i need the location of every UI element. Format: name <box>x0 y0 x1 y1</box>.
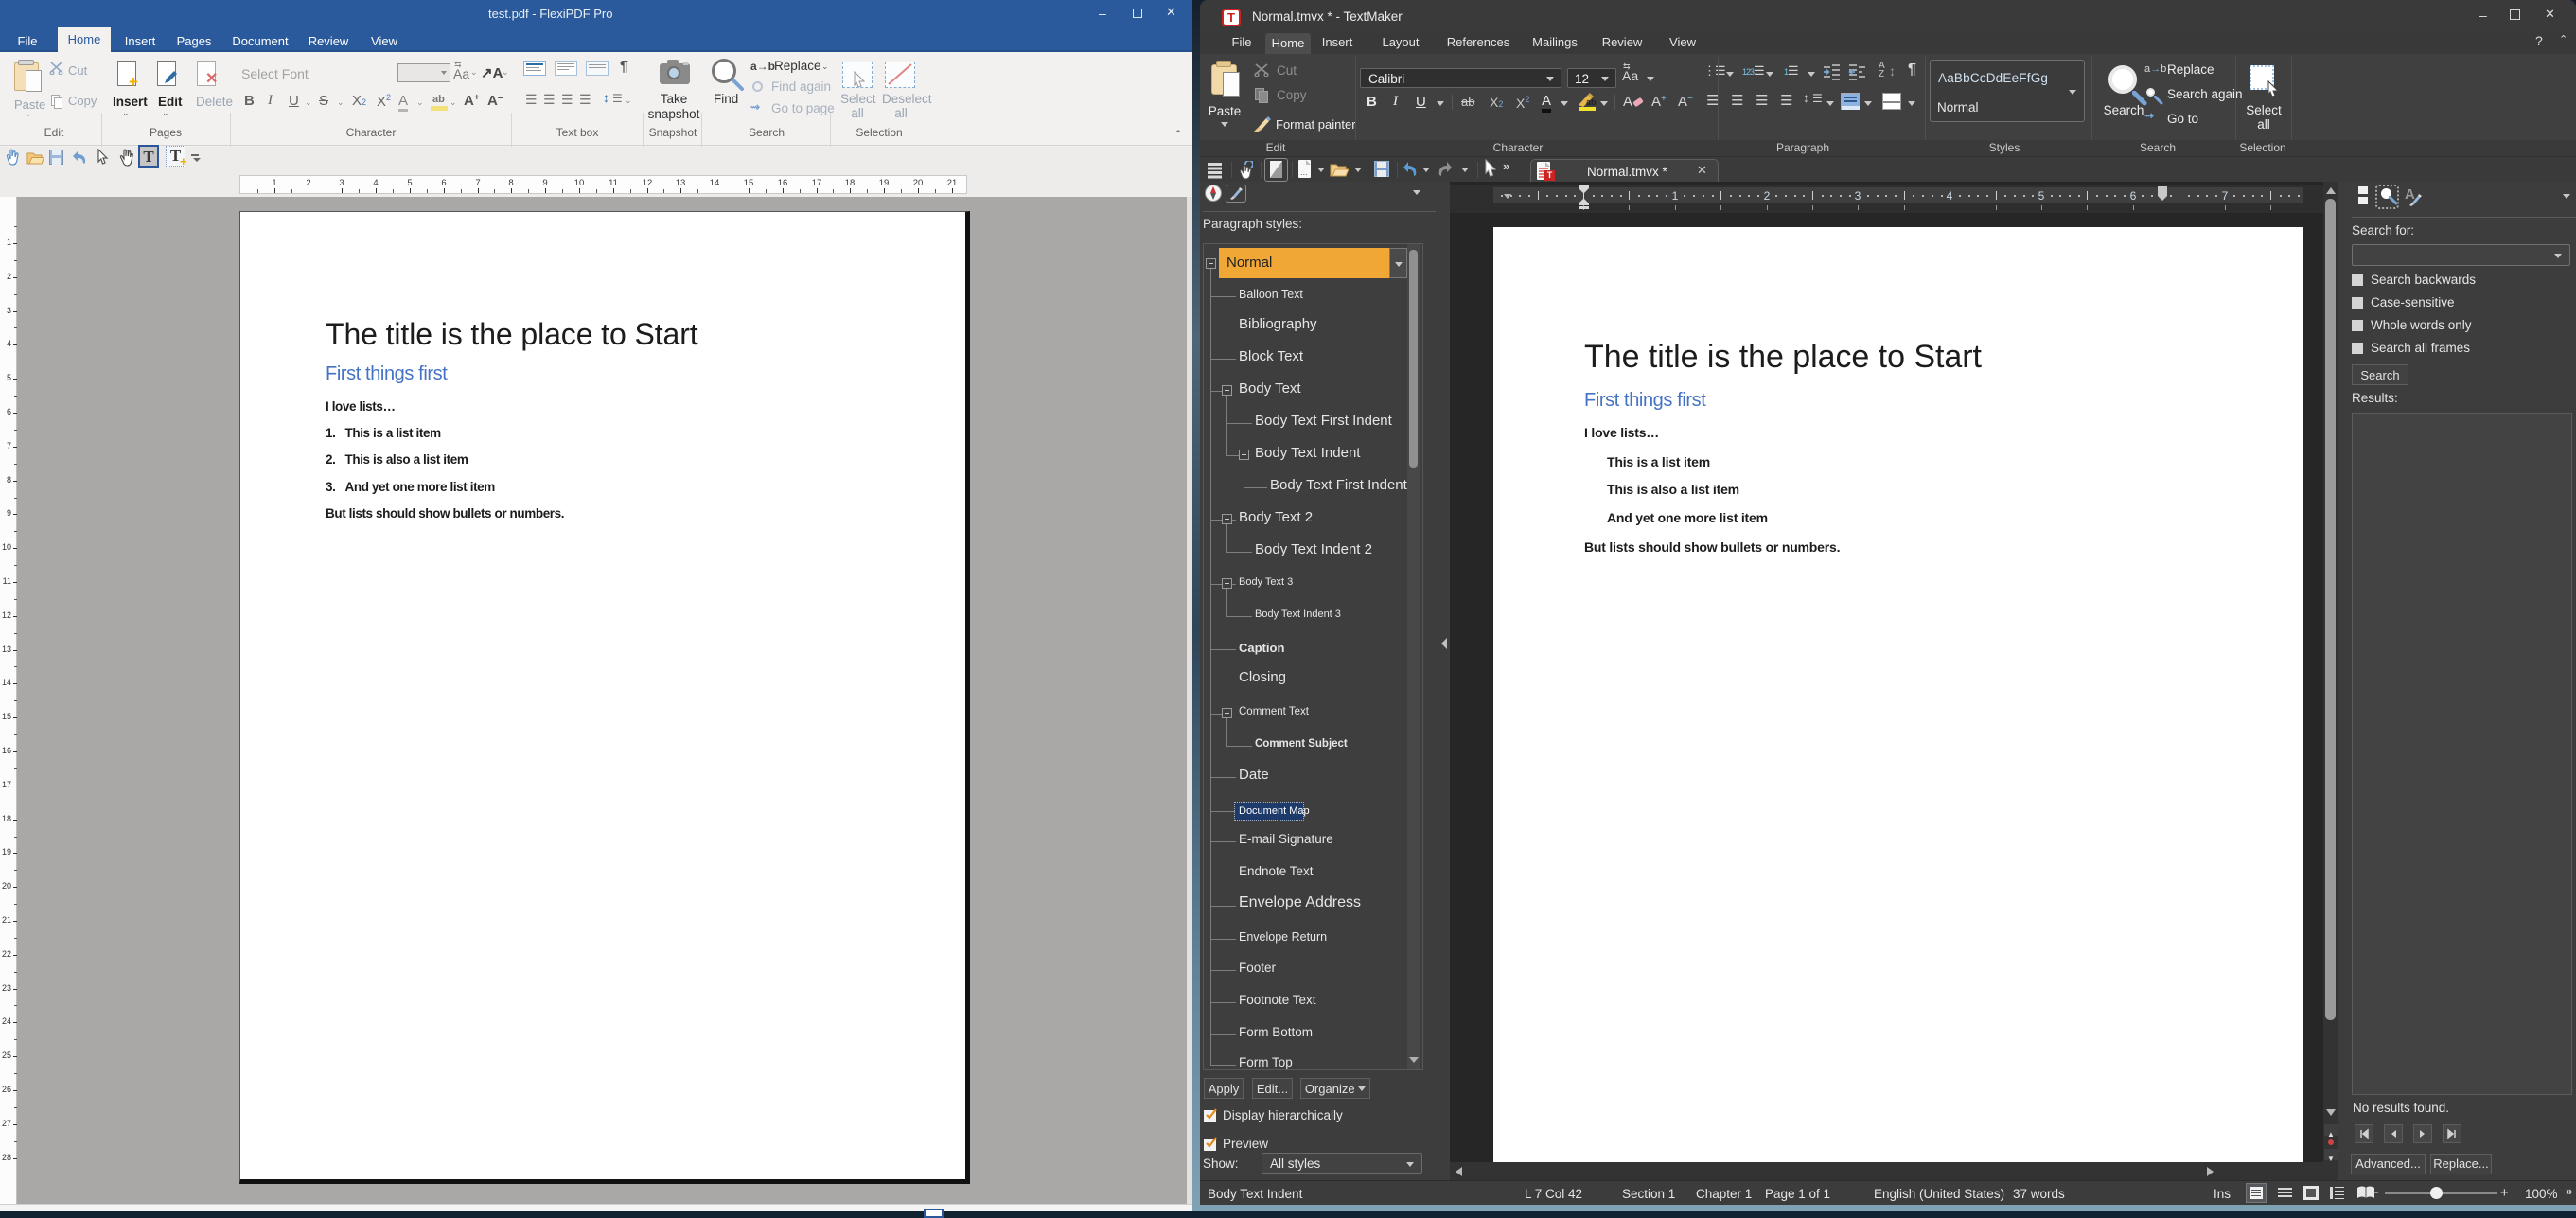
svg-text:ab: ab <box>1586 97 1597 107</box>
